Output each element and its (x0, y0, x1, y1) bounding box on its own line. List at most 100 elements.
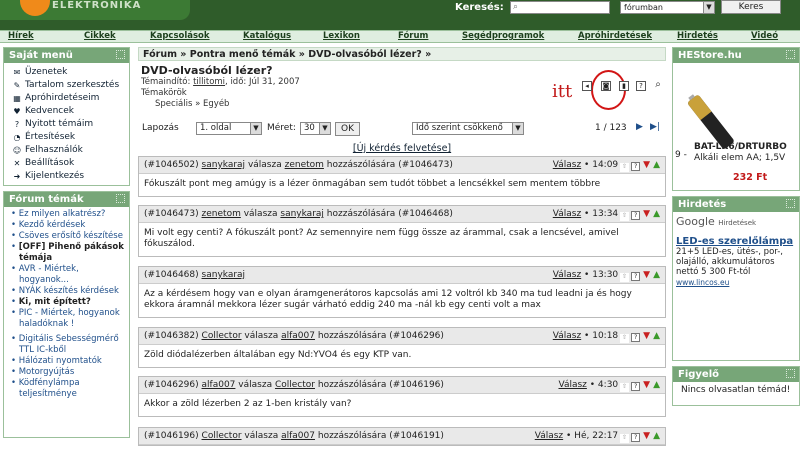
thumbs-up-icon[interactable]: ▲ (653, 157, 660, 174)
nav-cikkek[interactable]: Cikkek (84, 31, 116, 42)
post-reply-to-link[interactable]: Collector (275, 380, 315, 390)
post-ref-link[interactable]: (#1046468) (398, 209, 453, 219)
thumbs-down-icon[interactable]: ▼ (643, 206, 650, 223)
nav-forum[interactable]: Fórum (398, 31, 428, 42)
forum-topic-link[interactable]: • Csöves erősítő készítése (9, 231, 127, 242)
post-author-link[interactable]: sanykaraj (202, 270, 246, 280)
collapse-icon[interactable] (786, 199, 795, 208)
thumbs-up-icon[interactable]: ▲ (653, 377, 660, 394)
nav-video[interactable]: Videó (751, 31, 778, 42)
back-arrow-icon[interactable]: ◂ (582, 81, 592, 91)
reply-link[interactable]: Válasz (553, 270, 581, 280)
help-icon[interactable]: ? (631, 433, 641, 442)
page-select[interactable]: 1. oldal ▼ (196, 122, 262, 135)
ad-link[interactable]: www.lincos.eu (676, 278, 796, 287)
post-author-link[interactable]: Collector (202, 331, 242, 341)
post-reply-to-link[interactable]: alfa007 (281, 431, 315, 441)
site-logo[interactable]: ELEKTRONIKA (0, 0, 190, 20)
my-menu-item[interactable]: ☺ Felhasználók (9, 144, 129, 157)
post-ref-link[interactable]: (#1046473) (398, 160, 453, 170)
thumbs-up-icon[interactable]: ▲ (653, 206, 660, 223)
my-menu-item[interactable]: ✎ Tartalom szerkesztés (9, 79, 129, 92)
thumbs-down-icon[interactable]: ▼ (643, 428, 650, 445)
arrow-up-icon[interactable]: ⇧ (620, 273, 630, 282)
my-menu-item[interactable]: ➜ Kijelentkezés (9, 170, 129, 183)
help-icon[interactable]: ? (631, 382, 641, 391)
nav-hirdetes[interactable]: Hirdetés (677, 31, 718, 42)
forum-topic-link[interactable]: • Motorgyújtás (9, 367, 127, 378)
my-menu-item[interactable]: ▦ Apróhirdetéseim (9, 92, 129, 105)
forum-topic-link[interactable]: • [OFF] Pihenő pákások témája (9, 242, 127, 264)
breadcrumb[interactable]: Fórum » Pontra menő témák » DVD-olvasóbó… (138, 47, 666, 61)
thumbs-up-icon[interactable]: ▲ (653, 428, 660, 445)
collapse-icon[interactable] (786, 50, 795, 59)
nav-aprohirdetesek[interactable]: Apróhirdetések (578, 31, 652, 42)
arrow-up-icon[interactable]: ⇧ (620, 383, 630, 392)
arrow-up-icon[interactable]: ⇧ (620, 434, 630, 443)
nav-kapcsolasok[interactable]: Kapcsolások (150, 31, 210, 42)
next-page-icon[interactable]: ▶ (636, 122, 643, 132)
bookmark-icon[interactable]: ▮ (619, 81, 629, 91)
categories-path[interactable]: Speciális » Egyéb (141, 99, 666, 110)
collapse-icon[interactable] (116, 194, 125, 203)
nav-lexikon[interactable]: Lexikon (323, 31, 360, 42)
forum-topic-link[interactable]: • Ez milyen alkatrész? (9, 209, 127, 220)
arrow-up-icon[interactable]: ⇧ (620, 163, 630, 172)
reply-link[interactable]: Válasz (553, 160, 581, 170)
forum-topic-link[interactable]: • NYÁK készítés kérdések (9, 286, 127, 297)
forum-topic-link[interactable]: • Kezdő kérdések (9, 220, 127, 231)
thumbs-down-icon[interactable]: ▼ (643, 328, 650, 345)
size-select[interactable]: 30 ▼ (300, 122, 331, 135)
nav-hirek[interactable]: Hírek (8, 31, 34, 42)
forum-topic-link[interactable]: • Ködfénylámpa teljesítménye (9, 378, 127, 400)
search-button[interactable]: Keres (721, 0, 781, 14)
thumbs-up-icon[interactable]: ▲ (653, 267, 660, 284)
forum-topic-link[interactable]: • AVR - Miértek, hogyanok... (9, 264, 127, 286)
my-menu-item[interactable]: ? Nyitott témáim (9, 118, 129, 131)
thumbs-up-icon[interactable]: ▲ (653, 328, 660, 345)
forum-topic-link[interactable]: • Hálózati nyomtatók (9, 356, 127, 367)
new-question-link[interactable]: [Új kérdés felvetése] (138, 143, 666, 154)
collapse-icon[interactable] (786, 369, 795, 378)
post-ref-link[interactable]: (#1046296) (389, 331, 444, 341)
reply-link[interactable]: Válasz (553, 331, 581, 341)
nav-katalogus[interactable]: Katalógus (243, 31, 291, 42)
thumbs-down-icon[interactable]: ▼ (643, 157, 650, 174)
collapse-icon[interactable] (116, 50, 125, 59)
reply-link[interactable]: Válasz (558, 380, 586, 390)
nav-segedprogramok[interactable]: Segédprogramok (462, 31, 544, 42)
post-ref-link[interactable]: (#1046196) (389, 380, 444, 390)
help-icon[interactable]: ? (631, 162, 641, 171)
ad-title-link[interactable]: LED-es szerelőlámpa (676, 236, 796, 247)
forum-topic-link[interactable]: • Ki, mit épített? (9, 297, 127, 308)
my-menu-item[interactable]: ♥ Kedvencek (9, 105, 129, 118)
magnifier-icon[interactable]: ⌕ (653, 80, 663, 91)
help-icon[interactable]: ? (631, 211, 641, 220)
post-author-link[interactable]: Collector (202, 431, 242, 441)
post-ref-link[interactable]: (#1046191) (389, 431, 444, 441)
post-reply-to-link[interactable]: alfa007 (281, 331, 315, 341)
post-reply-to-link[interactable]: zenetom (285, 160, 324, 170)
help-icon[interactable]: ? (631, 272, 641, 281)
my-menu-item[interactable]: ✉ Üzenetek (9, 66, 129, 79)
starter-user-link[interactable]: tillitomi (193, 77, 225, 87)
search-scope-select[interactable]: fórumban ▼ (620, 1, 715, 14)
post-reply-to-link[interactable]: sanykaraj (280, 209, 324, 219)
order-select[interactable]: Idő szerint csökkenő ▼ (412, 122, 524, 135)
forum-topic-link[interactable]: • Digitális Sebességmérő TTL IC-kből (9, 334, 127, 356)
help-icon[interactable]: ? (636, 81, 646, 91)
my-menu-item[interactable]: ◔ Értesítések (9, 131, 129, 144)
reply-link[interactable]: Válasz (553, 209, 581, 219)
post-author-link[interactable]: zenetom (202, 209, 241, 219)
search-input[interactable]: ⌕ (510, 1, 610, 14)
post-author-link[interactable]: alfa007 (202, 380, 236, 390)
forum-topic-link[interactable]: • PIC - Miértek, hogyanok haladóknak ! (9, 308, 127, 330)
my-menu-item[interactable]: ✕ Beállítások (9, 157, 129, 170)
last-page-icon[interactable]: ▶| (650, 122, 660, 132)
arrow-up-icon[interactable]: ⇧ (620, 212, 630, 221)
post-author-link[interactable]: sanykaraj (202, 160, 246, 170)
ok-button[interactable]: OK (335, 122, 360, 136)
thumbs-down-icon[interactable]: ▼ (643, 377, 650, 394)
arrow-up-icon[interactable]: ⇧ (620, 334, 630, 343)
help-icon[interactable]: ? (631, 333, 641, 342)
